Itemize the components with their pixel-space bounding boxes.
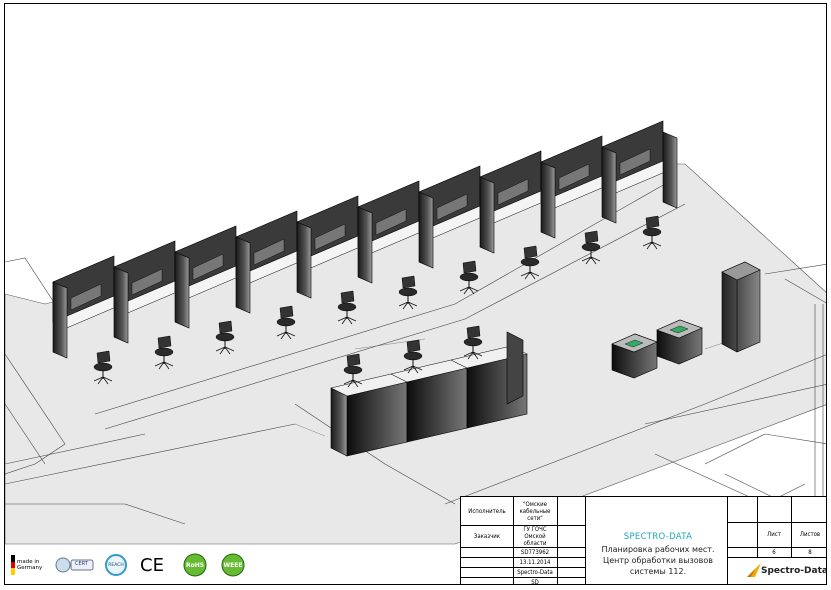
sheets-label: Листов [799,531,821,538]
title-block: Исполнитель "Омские кабельные сети" Зака… [460,496,827,585]
cert-logo: CERT [55,555,95,575]
brand-title: SPECTRO-DATA [623,532,693,542]
made-in-germany-logo: made in Germany [11,552,51,578]
central-back-panel [506,331,524,405]
customer-label: Заказчик [473,532,501,540]
certification-logos: made in Germany CERT REACH CE RoHS WEEE [11,552,251,582]
author-initials: SD [531,578,539,585]
author-org: Spectro-Data [517,568,553,576]
reach-logo: REACH [103,553,129,577]
weee-logo: WEEE [221,553,245,577]
sheet-number: 6 [772,548,776,556]
end-partition [662,131,678,209]
document-code: SD773962 [520,548,550,556]
rohs-logo: RoHS [183,553,207,577]
drawing-description: Планировка рабочих мест. Центр обработки… [601,545,715,576]
contractor-label: Исполнитель [468,507,506,515]
customer-value: ГУ ГОЧС Омской области [523,525,547,547]
server-rack [721,261,761,353]
central-end-panel [330,387,348,457]
sheet-label: Лист [767,531,781,538]
company-logo-text: Spectro-Data [761,566,827,576]
sheets-total: 8 [808,548,812,556]
document-date: 13.11.2014 [519,558,551,566]
contractor-value: "Омские кабельные сети" [519,500,551,522]
ce-mark: CE [140,554,164,576]
drawing-sheet: Исполнитель "Омские кабельные сети" Зака… [4,3,827,585]
